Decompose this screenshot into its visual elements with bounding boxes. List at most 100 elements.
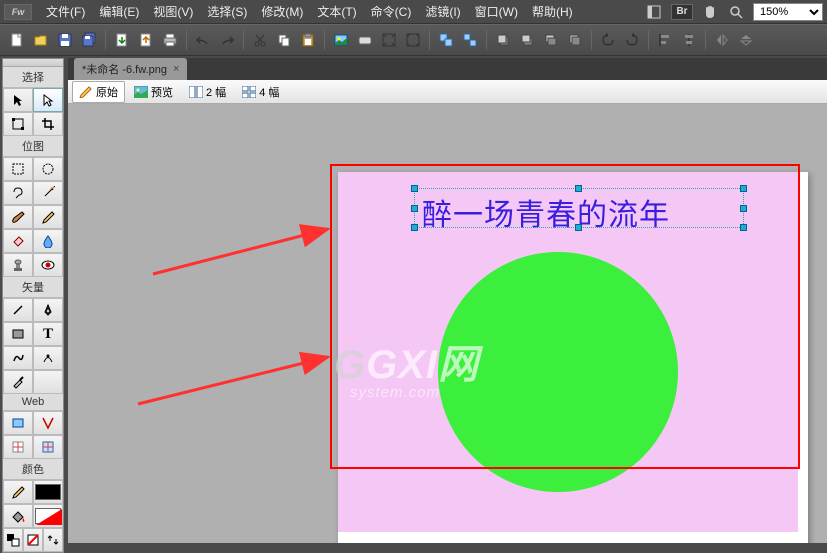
bring-front-icon[interactable]	[492, 29, 514, 51]
menu-text[interactable]: 文本(T)	[311, 1, 362, 22]
new-button-icon[interactable]	[354, 29, 376, 51]
lasso-tool[interactable]	[3, 181, 33, 205]
new-bitmap-icon[interactable]	[330, 29, 352, 51]
show-slices-icon[interactable]	[33, 435, 63, 459]
menu-window[interactable]: 窗口(W)	[469, 1, 524, 22]
layout-icon[interactable]	[645, 3, 663, 21]
menu-help[interactable]: 帮助(H)	[526, 1, 579, 22]
pink-rectangle[interactable]: 醉一场青春的流年	[338, 172, 798, 532]
zoom-select[interactable]: 150%	[753, 3, 823, 21]
cut-icon[interactable]	[249, 29, 271, 51]
rotate-left-icon[interactable]	[597, 29, 619, 51]
eraser-tool[interactable]	[3, 229, 33, 253]
menu-select[interactable]: 选择(S)	[201, 1, 253, 22]
stamp-tool[interactable]	[3, 253, 33, 277]
fit-canvas-icon[interactable]	[378, 29, 400, 51]
selection-outline	[414, 188, 744, 228]
tools-section-web: Web	[3, 394, 63, 411]
search-icon[interactable]	[727, 3, 745, 21]
stroke-color-icon[interactable]	[3, 480, 33, 504]
pen-tool[interactable]	[33, 298, 63, 322]
document-tab-title: *未命名 -6.fw.png	[82, 61, 167, 77]
ungroup-icon[interactable]	[459, 29, 481, 51]
stroke-color-swatch[interactable]	[33, 480, 63, 504]
document-area: *未命名 -6.fw.png × 原始 预览 2 幅 4 幅 醉一场青春的流年	[68, 58, 827, 543]
save-icon[interactable]	[54, 29, 76, 51]
artboard: 醉一场青春的流年	[338, 172, 808, 543]
freeform-tool[interactable]	[3, 346, 33, 370]
view-original-label: 原始	[96, 84, 118, 100]
reshape-tool[interactable]	[33, 346, 63, 370]
canvas[interactable]: 醉一场青春的流年 GGXI网 system.com	[68, 104, 827, 543]
menu-filters[interactable]: 滤镜(I)	[419, 1, 466, 22]
menu-bar: Fw 文件(F) 编辑(E) 视图(V) 选择(S) 修改(M) 文本(T) 命…	[0, 0, 827, 24]
trim-canvas-icon[interactable]	[402, 29, 424, 51]
fill-color-swatch[interactable]	[33, 504, 63, 528]
pointer-tool[interactable]	[3, 88, 33, 112]
view-preview-button[interactable]: 预览	[127, 81, 180, 103]
hotspot-tool[interactable]	[3, 411, 33, 435]
save-all-icon[interactable]	[78, 29, 100, 51]
align-center-icon[interactable]	[678, 29, 700, 51]
flip-h-icon[interactable]	[711, 29, 733, 51]
view-bar: 原始 预览 2 幅 4 幅	[68, 80, 827, 104]
hand-icon[interactable]	[701, 3, 719, 21]
view-preview-label: 预览	[151, 84, 173, 100]
group-icon[interactable]	[435, 29, 457, 51]
document-tab[interactable]: *未命名 -6.fw.png ×	[74, 58, 187, 80]
bring-forward-icon[interactable]	[516, 29, 538, 51]
brush-tool[interactable]	[3, 205, 33, 229]
text-tool[interactable]: T	[33, 322, 63, 346]
pencil-tool[interactable]	[33, 205, 63, 229]
export-icon[interactable]	[135, 29, 157, 51]
hide-slices-icon[interactable]	[3, 435, 33, 459]
view-2up-button[interactable]: 2 幅	[182, 81, 233, 103]
print-icon[interactable]	[159, 29, 181, 51]
import-icon[interactable]	[111, 29, 133, 51]
copy-icon[interactable]	[273, 29, 295, 51]
menu-modify[interactable]: 修改(M)	[255, 1, 309, 22]
bridge-icon[interactable]: Br	[671, 4, 693, 20]
slice-tool[interactable]	[33, 411, 63, 435]
open-icon[interactable]	[30, 29, 52, 51]
subselection-tool[interactable]	[33, 88, 63, 112]
marquee-tool[interactable]	[3, 157, 33, 181]
split2-icon	[189, 86, 203, 98]
menu-view[interactable]: 视图(V)	[147, 1, 199, 22]
undo-icon[interactable]	[192, 29, 214, 51]
path-scrubber-tool[interactable]	[33, 370, 63, 394]
flip-v-icon[interactable]	[735, 29, 757, 51]
redo-icon[interactable]	[216, 29, 238, 51]
rectangle-tool[interactable]	[3, 322, 33, 346]
tools-section-select: 选择	[3, 67, 63, 88]
fill-color-icon[interactable]	[3, 504, 33, 528]
crop-tool[interactable]	[33, 112, 63, 136]
menu-edit[interactable]: 编辑(E)	[93, 1, 145, 22]
tools-section-colors: 颜色	[3, 459, 63, 480]
view-original-button[interactable]: 原始	[72, 81, 125, 103]
wand-tool[interactable]	[33, 181, 63, 205]
knife-tool[interactable]	[3, 370, 33, 394]
paste-icon[interactable]	[297, 29, 319, 51]
send-back-icon[interactable]	[564, 29, 586, 51]
menu-commands[interactable]: 命令(C)	[365, 1, 418, 22]
no-color-icon[interactable]	[23, 528, 43, 552]
rotate-right-icon[interactable]	[621, 29, 643, 51]
oval-marquee-tool[interactable]	[33, 157, 63, 181]
swap-colors-icon[interactable]	[43, 528, 63, 552]
close-icon[interactable]: ×	[173, 63, 179, 75]
view-4up-label: 4 幅	[259, 84, 279, 100]
new-file-icon[interactable]	[6, 29, 28, 51]
send-backward-icon[interactable]	[540, 29, 562, 51]
default-colors-icon[interactable]	[3, 528, 23, 552]
menu-file[interactable]: 文件(F)	[40, 1, 91, 22]
redeye-tool[interactable]	[33, 253, 63, 277]
align-left-icon[interactable]	[654, 29, 676, 51]
green-circle[interactable]	[438, 252, 678, 492]
view-2up-label: 2 幅	[206, 84, 226, 100]
line-tool[interactable]	[3, 298, 33, 322]
scale-tool[interactable]	[3, 112, 33, 136]
blur-tool[interactable]	[33, 229, 63, 253]
view-4up-button[interactable]: 4 幅	[235, 81, 286, 103]
pencil-icon	[79, 86, 93, 98]
